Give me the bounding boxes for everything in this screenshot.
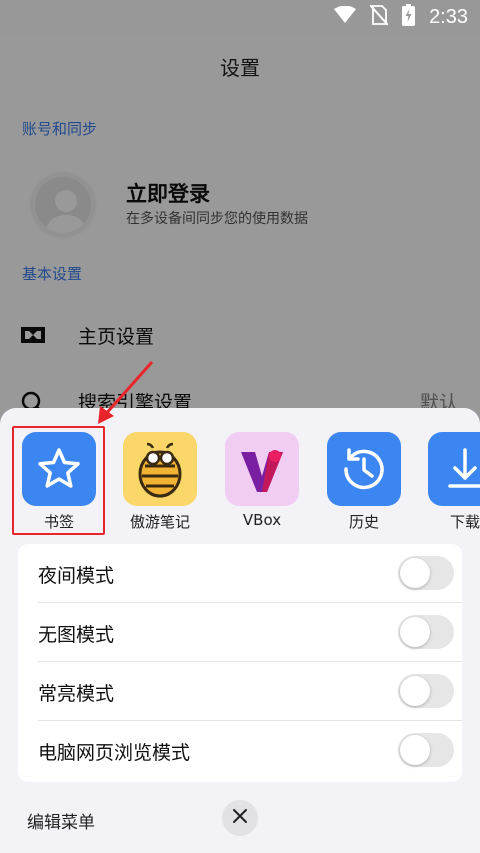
app-downloads[interactable]: 下载: [426, 428, 480, 538]
night-mode-switch[interactable]: [398, 556, 454, 590]
bee-icon: [123, 432, 197, 506]
no-sim-icon: [369, 4, 389, 29]
app-label: VBox: [242, 511, 282, 529]
toggle-label: 电脑网页浏览模式: [38, 742, 191, 764]
toggle-list: 夜间模式 无图模式 常亮模式 电脑网页浏览模式: [18, 544, 462, 782]
battery-charging-icon: [402, 4, 416, 30]
toggle-label: 常亮模式: [38, 683, 115, 705]
toggle-knob: [400, 558, 430, 588]
app-label: 下载: [449, 513, 480, 531]
app-vbox[interactable]: VBox: [223, 428, 301, 538]
app-label: 历史: [348, 513, 379, 531]
close-icon: [232, 808, 248, 828]
vbox-icon: [225, 432, 299, 506]
close-button[interactable]: [222, 800, 258, 836]
toggle-knob: [400, 676, 430, 706]
highlight-box: [12, 426, 105, 535]
no-image-mode-switch[interactable]: [398, 615, 454, 649]
wifi-icon: [334, 5, 357, 28]
edit-menu-button[interactable]: 编辑菜单: [27, 808, 95, 833]
toggle-knob: [400, 735, 430, 765]
status-time: 2:33: [429, 5, 468, 28]
toggle-label: 无图模式: [38, 624, 115, 646]
toggle-row-night-mode[interactable]: 夜间模式: [18, 544, 462, 603]
app-history[interactable]: 历史: [325, 428, 403, 538]
toggle-row-no-image-mode[interactable]: 无图模式: [18, 603, 462, 662]
status-icons: 2:33: [334, 4, 468, 30]
toggle-row-desktop-mode[interactable]: 电脑网页浏览模式: [18, 721, 462, 780]
keep-awake-mode-switch[interactable]: [398, 674, 454, 708]
app-notes[interactable]: 傲游笔记: [121, 428, 199, 538]
download-icon: [428, 432, 480, 506]
app-label: 傲游笔记: [129, 513, 190, 531]
status-bar: 2:33: [0, 0, 480, 34]
toggle-knob: [400, 617, 430, 647]
toggle-row-keep-awake-mode[interactable]: 常亮模式: [18, 662, 462, 721]
pointer-arrow-icon: [98, 361, 154, 424]
toggle-label: 夜间模式: [38, 565, 115, 587]
history-icon: [327, 432, 401, 506]
desktop-mode-switch[interactable]: [398, 733, 454, 767]
